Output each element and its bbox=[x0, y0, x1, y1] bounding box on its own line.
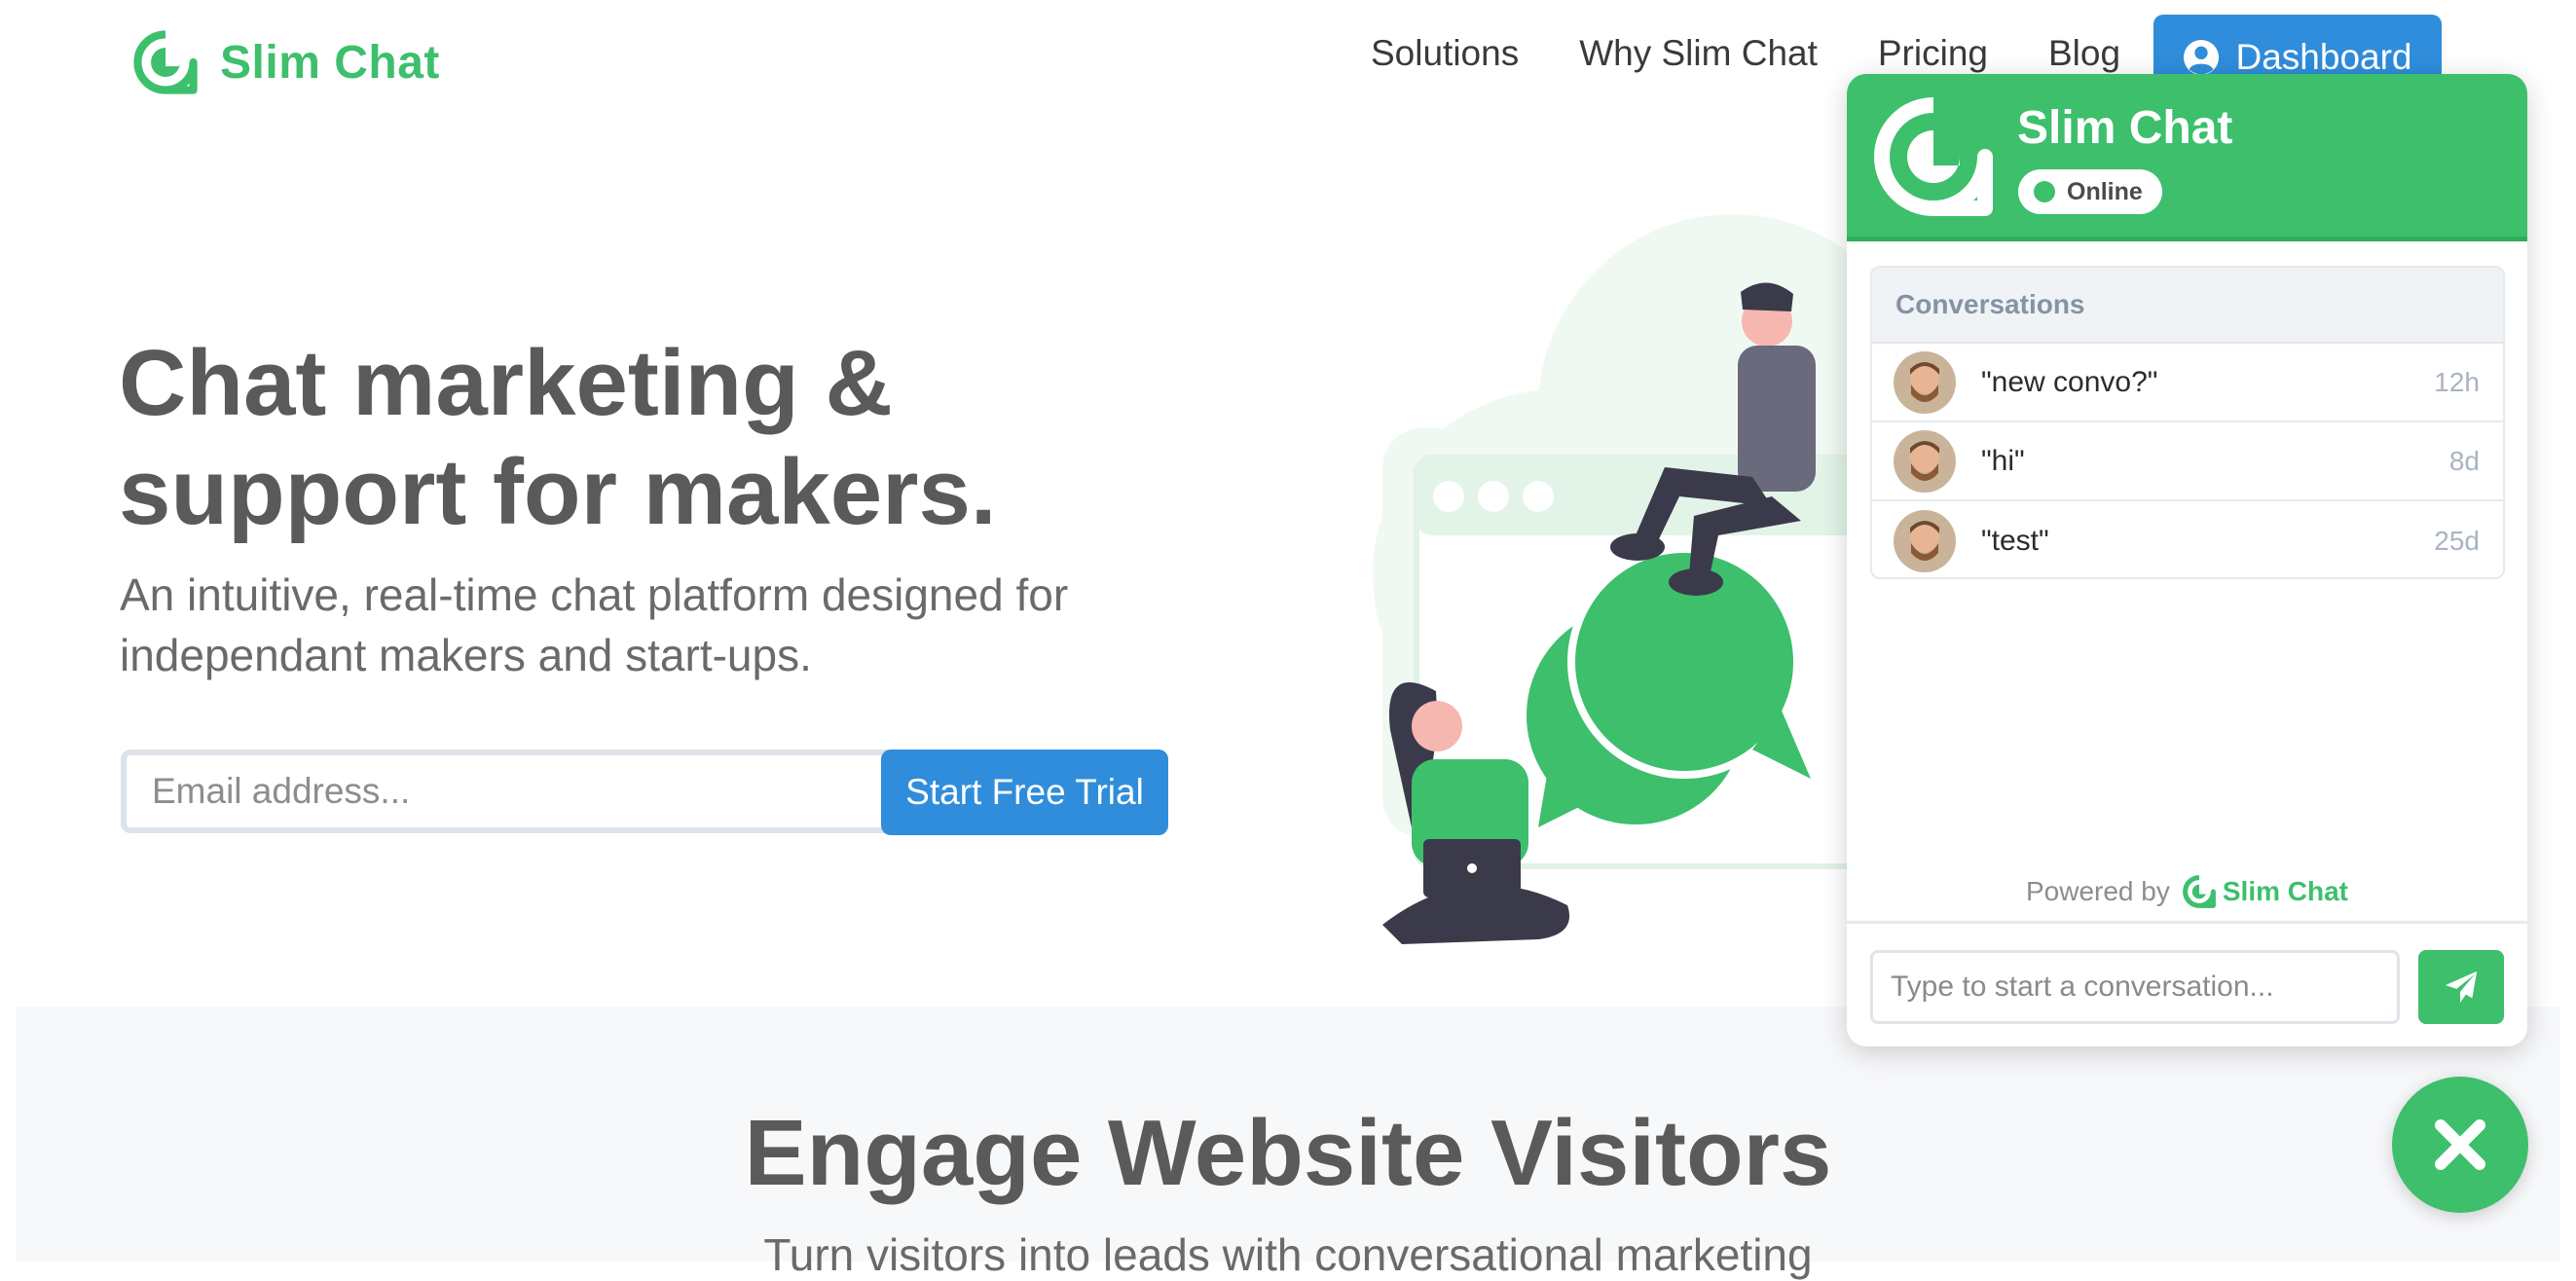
nav-solutions[interactable]: Solutions bbox=[1371, 33, 1519, 74]
close-icon bbox=[2435, 1119, 2485, 1170]
powered-by-label: Powered by bbox=[2025, 876, 2170, 906]
conversation-row[interactable]: "new convo?" 12h bbox=[1872, 344, 2503, 422]
section-subtitle: Turn visitors into leads with conversati… bbox=[763, 1229, 1813, 1280]
nav-pricing[interactable]: Pricing bbox=[1878, 33, 1988, 74]
nav-why-slim-chat[interactable]: Why Slim Chat bbox=[1579, 33, 1818, 74]
status-text: Online bbox=[2067, 177, 2143, 205]
main-nav: Solutions Why Slim Chat Pricing Blog bbox=[1371, 33, 2181, 74]
hero-subtitle: An intuitive, real-time chat platform de… bbox=[120, 569, 1069, 680]
powered-by-brand: Slim Chat bbox=[2222, 876, 2348, 906]
brand-logo[interactable]: Slim Chat bbox=[132, 29, 440, 95]
avatar bbox=[1894, 509, 1956, 572]
nav-blog[interactable]: Blog bbox=[2048, 33, 2120, 74]
conversations-header: Conversations bbox=[1872, 268, 2503, 344]
start-free-trial-button[interactable]: Start Free Trial bbox=[881, 750, 1168, 835]
chat-widget: Slim Chat Online Conversations "new conv… bbox=[1847, 74, 2527, 1046]
conversation-time: 8d bbox=[2448, 445, 2480, 476]
email-field[interactable] bbox=[121, 750, 974, 833]
chat-widget-title: Slim Chat bbox=[2017, 102, 2233, 154]
conversation-message: "test" bbox=[1981, 524, 2049, 557]
conversation-message: "new convo?" bbox=[1981, 365, 2158, 398]
conversation-row[interactable]: "test" 25d bbox=[1872, 501, 2503, 577]
brand-name: Slim Chat bbox=[220, 36, 440, 89]
avatar bbox=[1894, 350, 1956, 414]
chat-widget-header: Slim Chat Online bbox=[1847, 74, 2527, 241]
dashboard-label: Dashboard bbox=[2235, 37, 2412, 77]
slim-chat-logo-icon bbox=[1874, 97, 1993, 216]
slim-chat-logo-icon bbox=[133, 30, 198, 94]
conversation-time: 12h bbox=[2434, 366, 2480, 397]
powered-by[interactable]: Powered by Slim Chat bbox=[1847, 874, 2527, 909]
online-dot-icon bbox=[2034, 181, 2055, 202]
send-button[interactable] bbox=[2418, 950, 2504, 1024]
message-input[interactable] bbox=[1870, 950, 2400, 1024]
avatar bbox=[1894, 429, 1956, 493]
hero-title: Chat marketing & support for makers. bbox=[119, 331, 997, 544]
conversation-message: "hi" bbox=[1981, 444, 2025, 477]
close-chat-button[interactable] bbox=[2392, 1077, 2528, 1213]
divider bbox=[1847, 921, 2527, 924]
section-title: Engage Website Visitors bbox=[744, 1101, 1832, 1205]
user-circle-icon bbox=[2184, 39, 2220, 76]
conversation-time: 25d bbox=[2434, 525, 2480, 556]
conversation-row[interactable]: "hi" 8d bbox=[1872, 422, 2503, 501]
conversations-list: Conversations "new convo?" 12h "hi" 8d "… bbox=[1870, 266, 2505, 579]
hero-illustration bbox=[1373, 214, 1869, 944]
paper-plane-icon bbox=[2445, 970, 2478, 1004]
status-badge: Online bbox=[2018, 169, 2162, 214]
slim-chat-logo-icon bbox=[2182, 875, 2216, 908]
